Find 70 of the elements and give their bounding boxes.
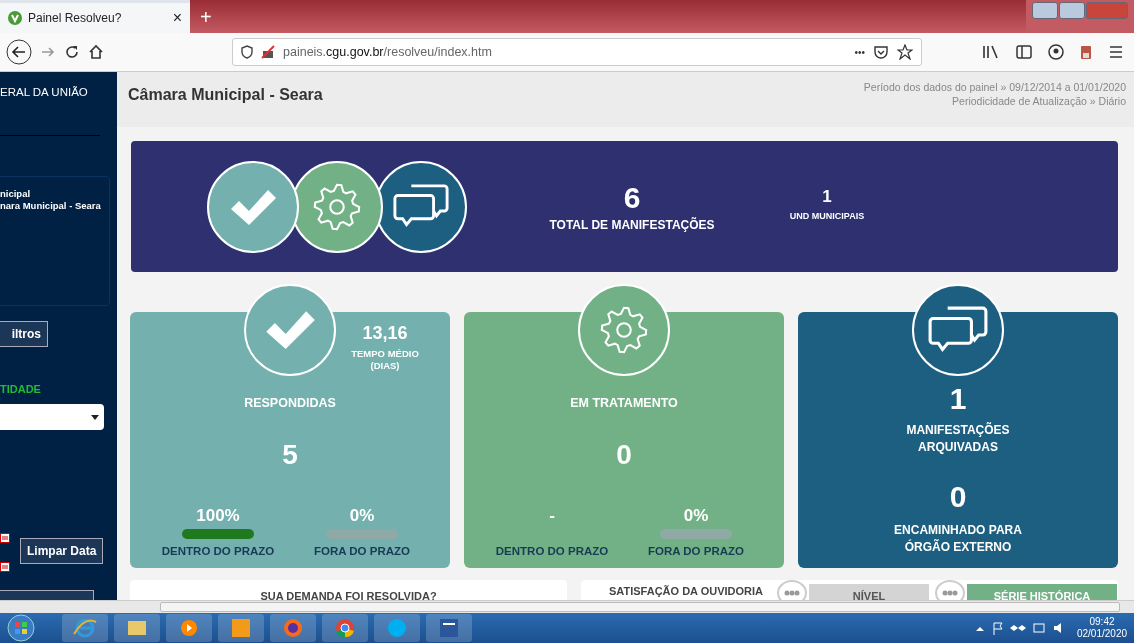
scrollbar-thumb[interactable] [160,602,1120,612]
tab-title: Painel Resolveu? [28,10,123,27]
stat-label: EM TRATAMENTO [569,395,679,412]
account-icon[interactable] [1048,44,1064,60]
caret-icon [91,414,99,420]
chat-icon [927,305,989,355]
url-text: paineis.cgu.gov.br/resolveu/index.htm [283,43,493,61]
units-value: 1 [821,186,833,208]
stat-value: 0 [948,480,968,514]
taskbar-button[interactable] [270,614,316,642]
clock-time: 09:42 [1088,616,1116,628]
period-text: Período dos dados do painel » 09/12/2014 a 01/01/2020 [863,80,1126,94]
taskbar-button[interactable] [62,614,108,642]
close-tab-button[interactable]: × [172,6,182,30]
total-label: TOTAL DE MANIFESTAÇÕES [548,216,716,234]
percent-value: 0% [348,505,376,526]
progress-label: DENTRO DO PRAZO [494,543,610,559]
stat-label: MANIFESTAÇÕES ARQUIVADAS [905,422,1011,456]
pocket-icon[interactable] [873,44,889,60]
shield-icon [241,45,253,59]
gear-icon [598,304,650,356]
panel-title: SUA DEMANDA FOI RESOLVIDA? [260,590,437,600]
chat-icon [392,183,450,230]
stat-value: 0 [615,438,633,472]
stat-value: 1 [948,382,968,416]
average-value: 13,16 [361,322,409,345]
percent-value: 0% [682,505,710,526]
clock-date: 02/01/2020 [1075,628,1129,640]
update-frequency-text: Periodicidade de Atualização » Diário [951,94,1126,108]
page-actions-button[interactable]: ••• [854,44,865,60]
field-label: TIDADE [0,382,41,397]
window-controls[interactable] [1026,0,1134,33]
home-icon[interactable] [88,44,104,60]
star-icon[interactable] [897,44,913,60]
insecure-lock-icon [261,45,275,59]
average-label: TEMPO MÉDIO (DIAS) [350,348,420,372]
percent-value: 100% [195,505,241,526]
organization-name: ERAL DA UNIÃO [0,85,88,100]
clear-date-button[interactable]: Limpar Data [20,538,104,564]
stat-label: ENCAMINHADO PARA ÓRGÃO EXTERNO [893,522,1023,556]
page-title: Câmara Municipal - Seara [128,85,323,105]
taskbar-button[interactable] [322,614,368,642]
calendar-icon[interactable] [0,562,10,572]
total-value: 6 [622,179,642,216]
selection-text: nara Municipal - Seara [0,200,101,212]
address-bar[interactable]: paineis.cgu.gov.br/resolveu/index.htm ••• [232,38,922,66]
back-icon[interactable] [6,39,32,65]
percent-value: - [548,505,556,526]
start-button[interactable] [4,614,38,642]
extension-icon[interactable] [1080,44,1092,60]
sidebar-icon[interactable] [1016,45,1032,59]
calendar-icon[interactable] [0,533,10,543]
progress-label: FORA DO PRAZO [312,543,411,559]
site-icon [8,11,22,25]
stat-value: 5 [281,438,299,472]
chart-tab[interactable]: NÍVEL [809,584,929,600]
browser-tab[interactable]: Painel Resolveu? × [0,3,190,33]
reload-icon[interactable] [64,44,80,60]
panel-title: SATISFAÇÃO DA OUVIDORIA [609,584,763,599]
units-label: UND MUNICIPAIS [788,209,866,223]
date-button[interactable] [0,590,94,600]
stat-label: RESPONDIDAS [243,395,337,412]
filters-button[interactable]: iltros [0,321,48,347]
progress-label: DENTRO DO PRAZO [160,543,276,559]
taskbar-button[interactable] [114,614,160,642]
progress-label: FORA DO PRAZO [646,543,745,559]
new-tab-button[interactable]: + [190,1,222,32]
menu-icon[interactable] [1108,45,1124,59]
library-icon[interactable] [982,44,1000,60]
selection-text: nicipal [0,188,32,200]
